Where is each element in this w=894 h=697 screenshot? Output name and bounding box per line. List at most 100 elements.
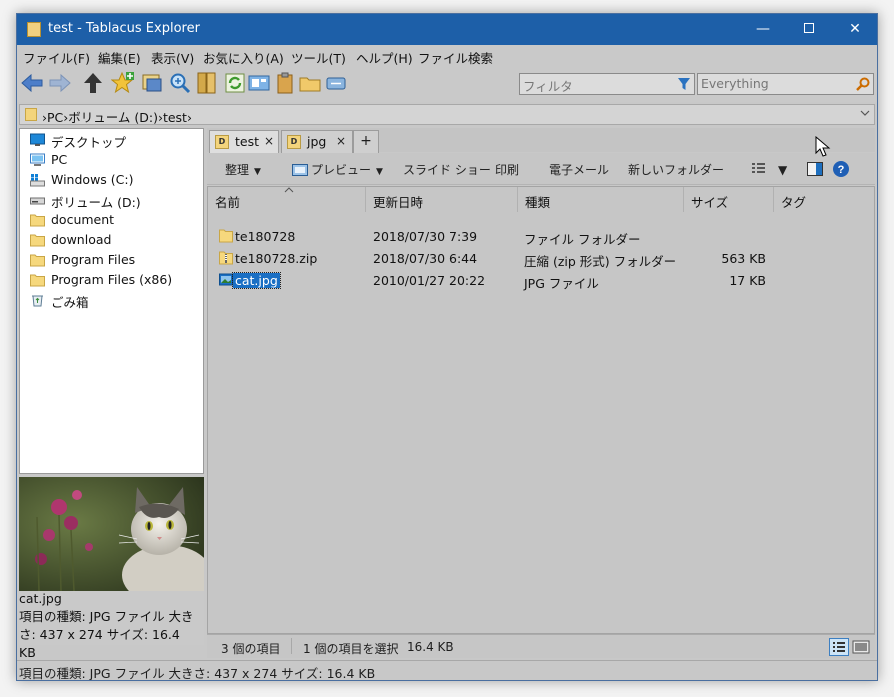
view-icon[interactable] (247, 71, 271, 95)
caret-down-icon: ▼ (254, 167, 261, 177)
folder-icon (219, 229, 233, 243)
file-size: 563 KB (721, 251, 766, 266)
preview-info: 項目の種類: JPG ファイル 大きさ: 437 x 274 サイズ: 16.4… (19, 609, 194, 660)
tree-item-program-files[interactable]: Program Files (30, 250, 200, 270)
new-window-icon[interactable] (140, 71, 164, 95)
column-header-size[interactable]: サイズ (684, 187, 774, 212)
address-path[interactable]: ›PC›ボリューム (D:)›test› (42, 107, 192, 126)
paste-icon[interactable] (273, 71, 297, 95)
everything-search-input[interactable]: Everything (697, 73, 874, 95)
svg-text:?: ? (838, 164, 845, 176)
preview-pane-icon[interactable] (807, 162, 823, 176)
tree-item-volume-d[interactable]: ボリューム (D:) (30, 190, 200, 210)
maximize-button[interactable] (786, 14, 832, 45)
tree-item-label: ごみ箱 (51, 295, 89, 310)
slideshow-button[interactable]: スライド ショー (403, 161, 491, 178)
column-label: タグ (781, 195, 807, 210)
column-header-type[interactable]: 種類 (518, 187, 684, 212)
selection-size: 16.4 KB (407, 640, 454, 654)
menu-favorites[interactable]: お気に入り(A) (203, 48, 284, 67)
tab-close-icon[interactable]: × (264, 134, 274, 148)
menu-help[interactable]: ヘルプ(H) (356, 48, 413, 67)
tree-item-label: Program Files (x86) (51, 272, 173, 287)
up-arrow-icon[interactable] (81, 71, 105, 95)
tree-item-desktop[interactable]: デスクトップ (30, 130, 200, 150)
preview-button[interactable]: プレビュー ▼ (292, 161, 383, 178)
tree-item-recycle-bin[interactable]: ごみ箱 (30, 290, 200, 310)
command-bar: 整理 ▼ プレビュー ▼ スライド ショー 印刷 電子メール 新しいフォルダー ▼ … (207, 153, 875, 185)
mouse-cursor-icon (815, 136, 831, 157)
minimize-button[interactable]: — (740, 14, 786, 45)
email-button[interactable]: 電子メール (549, 161, 609, 178)
file-date: 2018/07/30 6:44 (373, 251, 478, 266)
forward-arrow-icon[interactable] (48, 71, 72, 95)
view-options-icon[interactable] (752, 162, 770, 174)
file-name: te180728.zip (235, 251, 318, 266)
menu-view[interactable]: 表示(V) (151, 48, 194, 67)
menu-file[interactable]: ファイル(F) (23, 48, 90, 67)
file-row[interactable]: te180728.zip 2018/07/30 6:44 圧縮 (zip 形式)… (208, 247, 874, 269)
tab-test[interactable]: D test × (209, 130, 279, 153)
menu-file-search[interactable]: ファイル検索 (418, 48, 493, 67)
search-icon[interactable] (856, 77, 870, 91)
column-label: 更新日時 (373, 195, 424, 210)
drive-badge-icon: D (287, 135, 301, 149)
add-favorite-icon[interactable] (111, 71, 135, 95)
column-header-name[interactable]: 名前 (208, 187, 366, 212)
tree-item-label: ボリューム (D:) (51, 195, 141, 210)
filter-input[interactable]: フィルタ (519, 73, 695, 95)
new-folder-button[interactable]: 新しいフォルダー (628, 161, 724, 178)
caret-down-icon: ▼ (376, 167, 383, 177)
view-options-caret-icon[interactable]: ▼ (778, 163, 787, 177)
file-size: 17 KB (729, 273, 766, 288)
tab-jpg[interactable]: D jpg × (281, 130, 353, 153)
tree-item-document[interactable]: document (30, 210, 200, 230)
details-view-icon[interactable] (829, 638, 849, 656)
add-tab-button[interactable]: + (353, 130, 379, 153)
address-bar[interactable]: ›PC›ボリューム (D:)›test› (19, 104, 875, 125)
refresh-icon[interactable] (223, 71, 247, 95)
everything-placeholder: Everything (701, 76, 769, 91)
chevron-down-icon[interactable] (860, 108, 870, 118)
column-header-modified[interactable]: 更新日時 (366, 187, 518, 212)
item-count: 3 個の項目 (221, 642, 281, 656)
zip-icon (219, 251, 233, 265)
title-bar[interactable]: test - Tablacus Explorer — ✕ (17, 14, 877, 45)
tree-item-windows-c[interactable]: Windows (C:) (30, 170, 200, 190)
properties-icon[interactable] (324, 71, 348, 95)
folder-icon (30, 234, 45, 247)
sort-ascending-icon (284, 187, 294, 193)
tree-item-download[interactable]: download (30, 230, 200, 250)
organize-label: 整理 (225, 163, 250, 177)
menu-edit[interactable]: 編集(E) (98, 48, 141, 67)
close-button[interactable]: ✕ (832, 14, 877, 45)
print-button[interactable]: 印刷 (495, 161, 519, 178)
help-icon[interactable]: ? (832, 160, 850, 178)
tab-label: test (235, 134, 260, 149)
large-icons-view-icon[interactable] (852, 639, 870, 655)
column-label: 種類 (525, 195, 551, 210)
filter-icon[interactable] (677, 77, 691, 91)
window-title: test - Tablacus Explorer (48, 21, 200, 36)
tab-close-icon[interactable]: × (336, 134, 346, 148)
file-row-selected[interactable]: cat.jpg 2010/01/27 20:22 JPG ファイル 17 KB (208, 269, 874, 291)
status-divider (291, 638, 292, 654)
file-list: 名前 更新日時 種類 サイズ タグ te180728 2018/07/30 7:… (207, 186, 875, 634)
menu-tools[interactable]: ツール(T) (291, 48, 346, 67)
zoom-search-icon[interactable] (168, 71, 192, 95)
desktop-icon (30, 133, 45, 146)
tree-item-program-files-x86[interactable]: Program Files (x86) (30, 270, 200, 290)
pc-icon (30, 153, 45, 166)
menu-bar: ファイル(F) 編集(E) 表示(V) お気に入り(A) ツール(T) ヘルプ(… (17, 45, 877, 66)
new-folder-icon[interactable] (298, 71, 322, 95)
folder-tree-icon[interactable] (195, 71, 219, 95)
preview-label: プレビュー (311, 163, 372, 177)
tree-item-label: PC (51, 152, 68, 167)
back-arrow-icon[interactable] (20, 71, 44, 95)
column-header-tag[interactable]: タグ (774, 187, 874, 212)
organize-button[interactable]: 整理 ▼ (225, 161, 261, 178)
tree-item-pc[interactable]: PC (30, 150, 200, 170)
list-status-bar: 3 個の項目 1 個の項目を選択 16.4 KB (207, 634, 875, 658)
file-row[interactable]: te180728 2018/07/30 7:39 ファイル フォルダー (208, 225, 874, 247)
tree-item-label: デスクトップ (51, 135, 127, 150)
